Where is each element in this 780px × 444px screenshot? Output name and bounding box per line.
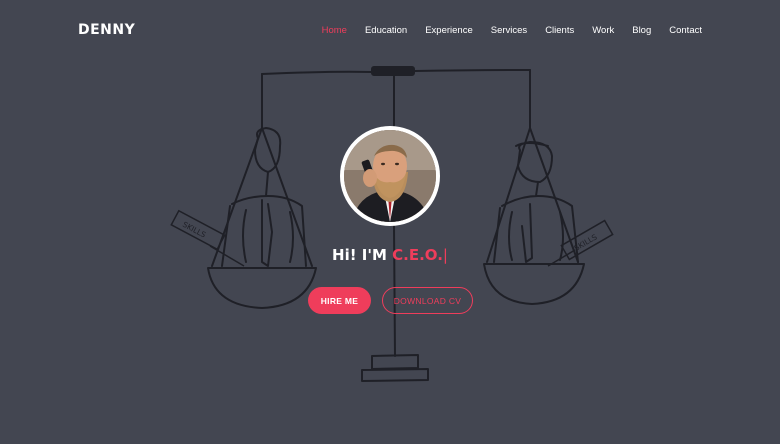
left-pan [207,267,317,309]
nav-link-work[interactable]: Work [592,25,614,36]
nav-link-experience[interactable]: Experience [425,25,473,36]
scale-pivot [371,66,415,76]
nav-link-clients[interactable]: Clients [545,25,574,36]
nav-link-blog[interactable]: Blog [632,25,651,36]
nav-link-services[interactable]: Services [491,25,527,36]
greeting-prefix: Hi! I'M [332,246,387,264]
download-cv-button[interactable]: DOWNLOAD CV [382,287,473,314]
scale-base [361,354,429,382]
right-pan [483,263,585,305]
main-nav: Home Education Experience Services Clien… [304,25,702,36]
nav-link-contact[interactable]: Contact [669,25,702,36]
profile-avatar [340,126,440,226]
hero-greeting: Hi! I'M C.E.O.| [0,246,780,264]
hire-me-button[interactable]: HIRE ME [308,287,371,314]
navbar: DENNY Home Education Experience Services… [0,0,780,64]
brand-logo[interactable]: DENNY [78,22,135,38]
greeting-role: C.E.O. [392,246,443,264]
typing-cursor: | [442,246,448,264]
nav-link-education[interactable]: Education [365,25,407,36]
avatar-photo [344,130,436,222]
nav-link-home[interactable]: Home [322,25,347,36]
